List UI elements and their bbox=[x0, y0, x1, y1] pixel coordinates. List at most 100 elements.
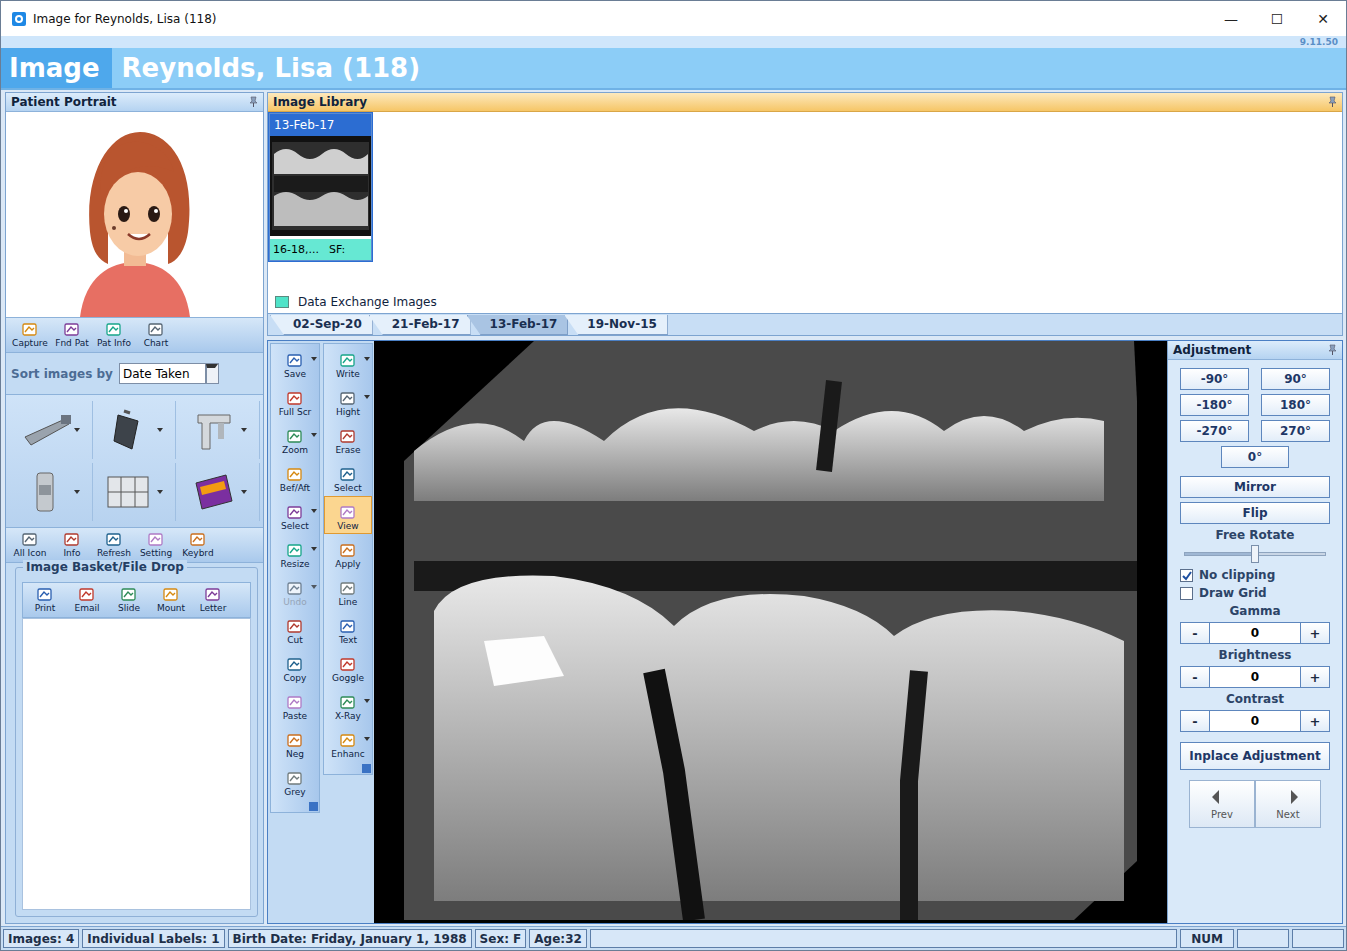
stepper-value[interactable]: 0 bbox=[1209, 667, 1301, 687]
select-tool[interactable]: Select bbox=[271, 496, 319, 534]
slide-button[interactable]: Slide bbox=[109, 586, 149, 614]
stepper-value[interactable]: 0 bbox=[1209, 623, 1301, 643]
device-button[interactable] bbox=[93, 401, 177, 459]
device-button[interactable] bbox=[9, 401, 93, 459]
close-button[interactable]: ✕ bbox=[1300, 1, 1346, 36]
erase-tool[interactable]: Erase bbox=[324, 420, 372, 458]
tool-dropdown[interactable] bbox=[311, 585, 317, 589]
tool-dropdown[interactable] bbox=[364, 395, 370, 399]
pat-info-button[interactable]: Pat Info bbox=[94, 321, 134, 349]
file-drop-area[interactable] bbox=[22, 618, 251, 910]
fnd-pat-button[interactable]: Fnd Pat bbox=[52, 321, 92, 349]
rotate-button[interactable]: 90° bbox=[1261, 368, 1330, 390]
device-button[interactable] bbox=[93, 463, 177, 521]
increase-button[interactable]: + bbox=[1301, 711, 1329, 731]
date-tab[interactable]: 02-Sep-20 bbox=[270, 315, 373, 335]
decrease-button[interactable]: - bbox=[1181, 623, 1209, 643]
tool-dropdown[interactable] bbox=[311, 509, 317, 513]
apply-tool[interactable]: Apply bbox=[324, 534, 372, 572]
write-tool[interactable]: Write bbox=[324, 344, 372, 382]
tool-dropdown[interactable] bbox=[364, 699, 370, 703]
all-icon-button[interactable]: All Icon bbox=[10, 531, 50, 559]
letter-button[interactable]: Letter bbox=[193, 586, 233, 614]
rotate-button[interactable]: 180° bbox=[1261, 394, 1330, 416]
enhanc-tool[interactable]: Enhanc bbox=[324, 724, 372, 762]
apply-icon bbox=[339, 543, 357, 559]
x-ray-tool[interactable]: X-Ray bbox=[324, 686, 372, 724]
minimize-button[interactable]: — bbox=[1208, 1, 1254, 36]
line-tool[interactable]: Line bbox=[324, 572, 372, 610]
device-grid bbox=[6, 394, 263, 527]
date-tab[interactable]: 21-Feb-17 bbox=[369, 315, 471, 335]
date-tabs: 02-Sep-2021-Feb-1713-Feb-1719-Nov-15 bbox=[268, 313, 1342, 335]
inplace-adjustment-button[interactable]: Inplace Adjustment bbox=[1180, 742, 1330, 770]
device-button[interactable] bbox=[9, 463, 93, 521]
thumbnail[interactable]: 13-Feb-1716-18,...SF: bbox=[269, 113, 372, 261]
palette-expander[interactable] bbox=[362, 764, 371, 773]
resize-tool[interactable]: Resize bbox=[271, 534, 319, 572]
rotate-button[interactable]: 270° bbox=[1261, 420, 1330, 442]
goggle-tool[interactable]: Goggle bbox=[324, 648, 372, 686]
keybrd-button[interactable]: Keybrd bbox=[178, 531, 218, 559]
full-scr-tool[interactable]: Full Scr bbox=[271, 382, 319, 420]
tool-label: View bbox=[337, 521, 358, 531]
dropdown-button[interactable] bbox=[205, 364, 218, 383]
rotate-button[interactable]: -180° bbox=[1180, 394, 1249, 416]
prev-button[interactable]: Prev bbox=[1189, 780, 1255, 828]
slider-thumb[interactable] bbox=[1251, 545, 1259, 563]
info-button[interactable]: Info bbox=[52, 531, 92, 559]
chart-button[interactable]: Chart bbox=[136, 321, 176, 349]
image-library: Image Library13-Feb-1716-18,...SF:Data E… bbox=[267, 92, 1343, 336]
increase-button[interactable]: + bbox=[1301, 667, 1329, 687]
date-tab[interactable]: 13-Feb-17 bbox=[467, 315, 569, 335]
palette-expander[interactable] bbox=[309, 802, 318, 811]
undo-tool[interactable]: Undo bbox=[271, 572, 319, 610]
mirror-button[interactable]: Mirror bbox=[1180, 476, 1330, 498]
rotate-button[interactable]: -270° bbox=[1180, 420, 1249, 442]
hight-tool[interactable]: Hight bbox=[324, 382, 372, 420]
neg-tool[interactable]: Neg bbox=[271, 724, 319, 762]
tool-dropdown[interactable] bbox=[311, 547, 317, 551]
device-button[interactable] bbox=[176, 401, 260, 459]
grey-tool[interactable]: Grey bbox=[271, 762, 319, 800]
view-tool[interactable]: View bbox=[324, 496, 372, 534]
pat-info-icon bbox=[105, 322, 123, 338]
device-button[interactable] bbox=[176, 463, 260, 521]
adjustment-header: Adjustment bbox=[1168, 341, 1342, 360]
tool-label: Resize bbox=[281, 559, 310, 569]
flip-button[interactable]: Flip bbox=[1180, 502, 1330, 524]
refresh-button[interactable]: Refresh bbox=[94, 531, 134, 559]
date-tab[interactable]: 19-Nov-15 bbox=[564, 315, 667, 335]
sort-dropdown[interactable]: Date Taken bbox=[119, 363, 219, 384]
tool-dropdown[interactable] bbox=[364, 737, 370, 741]
tool-dropdown[interactable] bbox=[311, 433, 317, 437]
tool-label: Paste bbox=[283, 711, 307, 721]
paste-tool[interactable]: Paste bbox=[271, 686, 319, 724]
decrease-button[interactable]: - bbox=[1181, 711, 1209, 731]
capture-button[interactable]: Capture bbox=[10, 321, 50, 349]
rotate-button[interactable]: -90° bbox=[1180, 368, 1249, 390]
save-tool[interactable]: Save bbox=[271, 344, 319, 382]
reset-rotation-button[interactable]: 0° bbox=[1221, 446, 1289, 468]
increase-button[interactable]: + bbox=[1301, 623, 1329, 643]
free-rotate-slider[interactable] bbox=[1184, 552, 1326, 556]
tool-dropdown[interactable] bbox=[311, 357, 317, 361]
mount-button[interactable]: Mount bbox=[151, 586, 191, 614]
email-button[interactable]: Email bbox=[67, 586, 107, 614]
zoom-tool[interactable]: Zoom bbox=[271, 420, 319, 458]
stepper-value[interactable]: 0 bbox=[1209, 711, 1301, 731]
checkbox[interactable] bbox=[1180, 569, 1193, 582]
next-button[interactable]: Next bbox=[1255, 780, 1321, 828]
print-button[interactable]: Print bbox=[25, 586, 65, 614]
checkbox[interactable] bbox=[1180, 587, 1193, 600]
decrease-button[interactable]: - bbox=[1181, 667, 1209, 687]
copy-tool[interactable]: Copy bbox=[271, 648, 319, 686]
text-tool[interactable]: Text bbox=[324, 610, 372, 648]
tool-label: Text bbox=[339, 635, 357, 645]
setting-button[interactable]: Setting bbox=[136, 531, 176, 559]
maximize-button[interactable]: ☐ bbox=[1254, 1, 1300, 36]
select-tool[interactable]: Select bbox=[324, 458, 372, 496]
cut-tool[interactable]: Cut bbox=[271, 610, 319, 648]
bef-aft-tool[interactable]: Bef/Aft bbox=[271, 458, 319, 496]
tool-dropdown[interactable] bbox=[364, 357, 370, 361]
